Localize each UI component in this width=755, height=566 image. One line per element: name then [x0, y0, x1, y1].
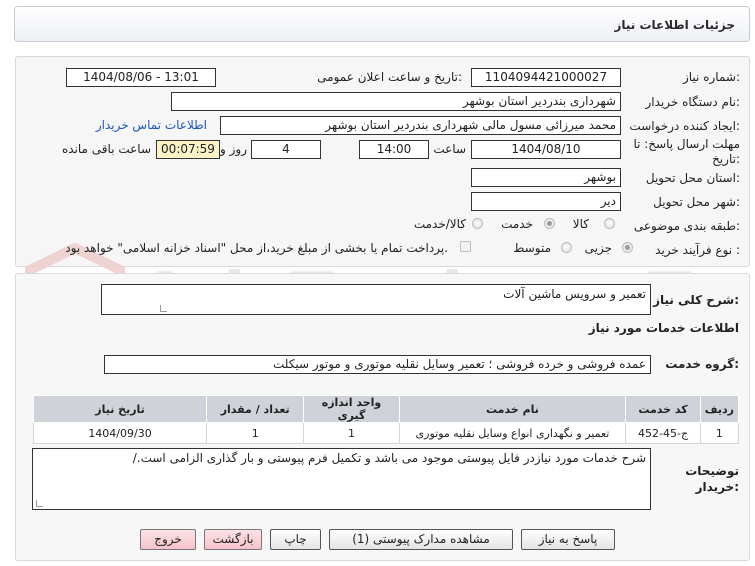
col-header-need-date: تاریخ نیاز — [32, 395, 208, 423]
process-option-minor: جزیی — [584, 241, 612, 255]
delivery-province-label: استان محل تحویل: — [645, 171, 740, 185]
category-option-goods: کالا — [572, 217, 589, 231]
resize-handle-icon[interactable] — [160, 305, 167, 312]
buyer-contact-link[interactable]: اطلاعات تماس خریدار — [96, 118, 207, 132]
cell-quantity: 1 — [206, 422, 305, 444]
remaining-time-field: 00:07:59 — [156, 140, 220, 159]
page-header: جزئیات اطلاعات نیاز — [14, 6, 750, 42]
services-section-title: اطلاعات خدمات مورد نیاز — [588, 321, 739, 335]
back-button[interactable]: بازگشت — [204, 529, 262, 550]
deadline-time-field: 14:00 — [359, 140, 429, 159]
remaining-time-label: ساعت باقی مانده — [61, 142, 151, 156]
request-creator-field: محمد میرزائی مسول مالی شهرداری بندردیر ا… — [220, 116, 621, 135]
announce-datetime-label: تاریخ و ساعت اعلان عمومی: — [317, 70, 462, 84]
delivery-city-field: دیر — [471, 192, 621, 211]
table-row: 1 ج-45-452 تعمیر و نگهداری انواع وسایل ن… — [32, 422, 740, 444]
remaining-days-label: روز و — [220, 142, 247, 156]
view-attachments-button[interactable]: مشاهده مدارک پیوستی (1) — [329, 529, 513, 550]
category-label: طبقه بندی موضوعی: — [633, 219, 740, 233]
service-group-field: عمده فروشی و خرده فروشی ؛ تعمیر وسایل نق… — [104, 355, 651, 374]
process-type-label: نوع فرآیند خرید : — [655, 243, 740, 257]
buyer-notes-text: شرح خدمات مورد نیازدر فایل پیوستی موجود … — [132, 451, 646, 465]
deadline-label: مهلت ارسال پاسخ: تا تاریخ: — [633, 137, 740, 166]
services-table: ردیف کد خدمت نام خدمت واحد اندازه گیری ت… — [32, 395, 740, 444]
delivery-province-field: بوشهر — [471, 168, 621, 187]
buyer-org-label: نام دستگاه خریدار: — [645, 95, 741, 109]
col-header-service-name: نام خدمت — [398, 395, 627, 423]
buyer-org-field: شهرداری بندردیر استان بوشهر — [171, 92, 621, 111]
need-number-field: 1104094421000027 — [471, 68, 621, 87]
announce-datetime-field: 1404/08/06 - 13:01 — [66, 68, 216, 87]
col-header-quantity: تعداد / مقدار — [206, 395, 305, 423]
category-option-service: خدمت — [501, 217, 533, 231]
buyer-notes-field: شرح خدمات مورد نیازدر فایل پیوستی موجود … — [32, 448, 651, 510]
category-radio-goods-service[interactable] — [472, 218, 483, 229]
process-radio-minor[interactable] — [622, 242, 633, 253]
summary-text: تعمیر و سرویس ماشین آلات — [503, 287, 646, 301]
summary-field: تعمیر و سرویس ماشین آلات — [101, 284, 651, 315]
cell-unit: 1 — [303, 422, 400, 444]
remaining-days-field: 4 — [251, 140, 321, 159]
col-header-service-code: کد خدمت — [625, 395, 701, 423]
summary-label: شرح کلی نیاز: — [653, 293, 739, 307]
resize-handle-icon[interactable] — [36, 500, 43, 507]
buyer-notes-label: توضیحات خریدار: — [685, 464, 739, 494]
service-group-label: گروه خدمت: — [665, 357, 739, 371]
category-radio-goods[interactable] — [604, 218, 615, 229]
reply-button[interactable]: پاسخ به نیاز — [521, 529, 615, 550]
exit-button[interactable]: خروج — [140, 529, 196, 550]
need-number-label: شماره نیاز: — [682, 70, 740, 84]
category-option-goods-service: کالا/خدمت — [413, 217, 466, 231]
treasury-payment-checkbox[interactable] — [460, 241, 471, 252]
treasury-payment-note: پرداخت تمام یا بخشی از مبلغ خرید،از محل … — [65, 241, 448, 255]
table-header-row: ردیف کد خدمت نام خدمت واحد اندازه گیری ت… — [32, 395, 740, 423]
col-header-row-number: ردیف — [699, 395, 740, 423]
process-option-medium: متوسط — [513, 241, 551, 255]
delivery-city-label: شهر محل تحویل: — [653, 195, 740, 209]
cell-service-code: ج-45-452 — [625, 422, 701, 444]
category-radio-service[interactable] — [544, 218, 555, 229]
col-header-unit: واحد اندازه گیری — [303, 395, 400, 423]
deadline-time-label: ساعت — [433, 142, 466, 156]
process-radio-medium[interactable] — [561, 242, 572, 253]
page-title: جزئیات اطلاعات نیاز — [614, 18, 735, 32]
request-creator-label: ایجاد کننده درخواست: — [629, 119, 740, 133]
services-table-wrapper: ردیف کد خدمت نام خدمت واحد اندازه گیری ت… — [32, 395, 740, 444]
print-button[interactable]: چاپ — [270, 529, 321, 550]
cell-service-name: تعمیر و نگهداری انواع وسایل نقلیه موتوری — [398, 422, 627, 444]
deadline-date-field: 1404/08/10 — [471, 140, 621, 159]
cell-need-date: 1404/09/30 — [32, 422, 208, 444]
cell-row-number: 1 — [699, 422, 740, 444]
